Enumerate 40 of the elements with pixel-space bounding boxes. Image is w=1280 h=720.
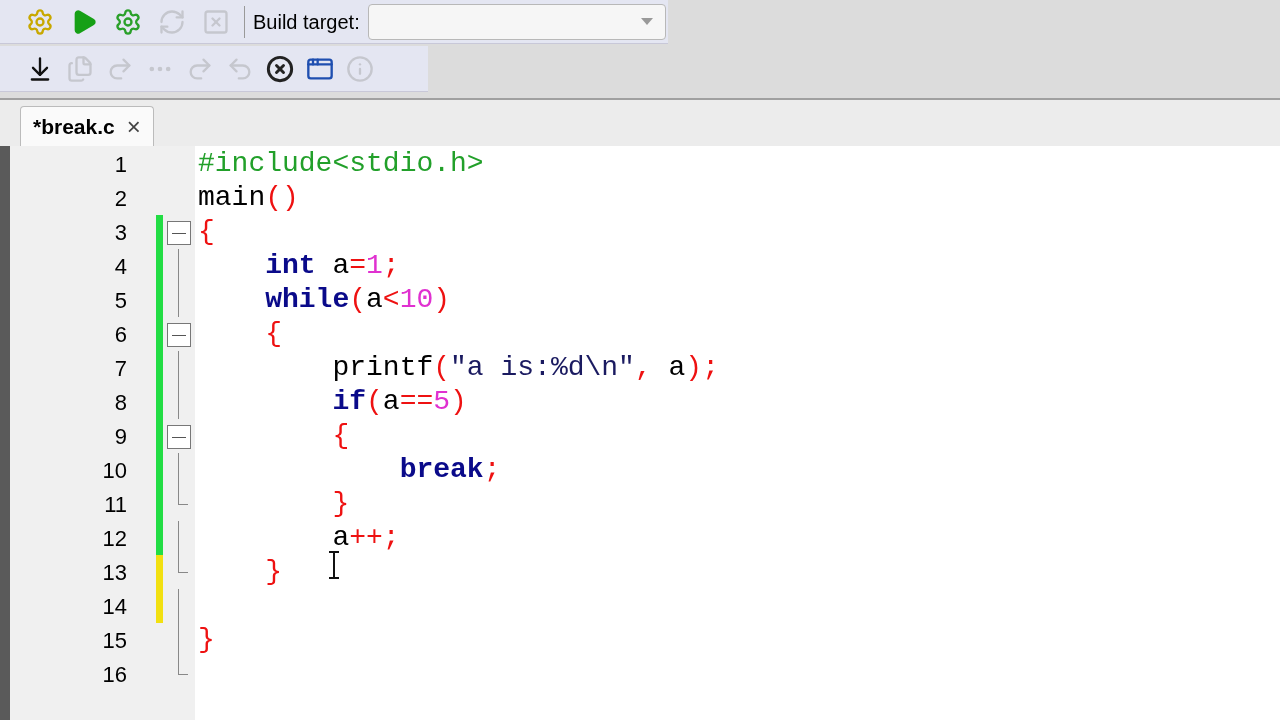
fold-toggle[interactable] (167, 221, 191, 245)
code-line: #include<stdio.h> (198, 147, 484, 181)
text-cursor-icon (328, 551, 340, 579)
build-target-dropdown[interactable] (367, 3, 666, 40)
line-number: 3 (114, 218, 127, 247)
code-line: { (198, 215, 215, 249)
fold-toggle[interactable] (167, 425, 191, 449)
code-line: printf("a is:%d\n", a); (331, 351, 719, 385)
line-number: 5 (114, 286, 127, 315)
fold-toggle[interactable] (167, 323, 191, 347)
code-line: if(a==5) (331, 385, 467, 419)
line-number: 14 (102, 592, 127, 621)
line-number: 1 (114, 150, 127, 179)
code-line: { (264, 317, 282, 351)
line-number: 2 (114, 184, 127, 213)
code-line: { (331, 419, 350, 453)
close-icon[interactable]: × (126, 108, 141, 145)
dropdown-arrow-icon (640, 18, 653, 25)
line-number: 16 (102, 660, 127, 689)
line-number: 12 (102, 524, 127, 553)
code-line: main() (198, 181, 299, 215)
line-number: 8 (114, 388, 127, 417)
file-tab[interactable]: *break.c × (20, 106, 154, 146)
code-line: break; (398, 453, 501, 487)
line-number: 15 (102, 626, 127, 655)
line-number: 10 (102, 456, 127, 485)
line-number: 13 (102, 558, 127, 587)
line-number: 9 (114, 422, 127, 451)
line-number: 4 (114, 252, 127, 281)
code-line: a++; (331, 521, 400, 555)
tab-label: *break.c (33, 113, 115, 140)
build-target-label: Build target: (253, 9, 360, 35)
code-line: int a=1; (264, 249, 400, 283)
code-line: } (331, 487, 350, 521)
code-line: } (264, 555, 282, 589)
line-number: 6 (114, 320, 127, 349)
code-line: } (198, 623, 215, 657)
line-number: 7 (114, 354, 127, 383)
code-line: while(a<10) (264, 283, 451, 317)
line-number: 11 (104, 490, 127, 519)
